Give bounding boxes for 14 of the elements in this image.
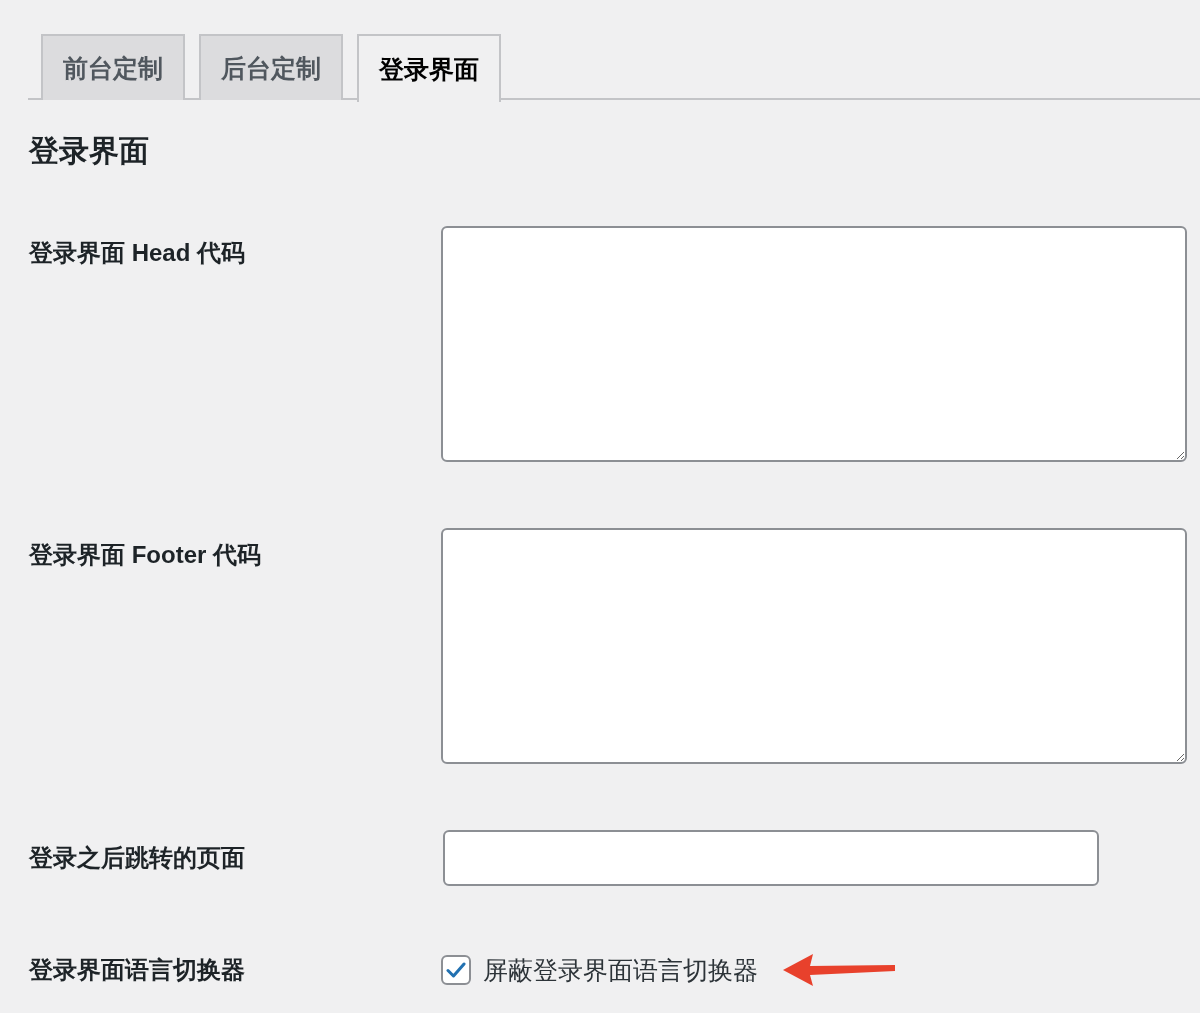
field-label: 登录界面语言切换器 — [29, 955, 246, 985]
field-label: 登录界面 Head 代码 — [29, 238, 247, 268]
section-heading: 登录界面 — [29, 133, 150, 169]
textarea-field[interactable] — [441, 226, 1187, 462]
textarea-field[interactable] — [441, 528, 1187, 764]
field-label: 登录界面 Footer 代码 — [29, 540, 262, 570]
tab[interactable]: 后台定制 — [199, 34, 343, 100]
tab[interactable]: 登录界面 — [357, 34, 501, 102]
input-field[interactable] — [443, 830, 1099, 886]
field-label: 登录之后跳转的页面 — [29, 843, 246, 873]
checkbox-label[interactable]: 屏蔽登录界面语言切换器 — [483, 954, 758, 986]
tab[interactable]: 前台定制 — [41, 34, 185, 100]
checkmark-icon — [446, 962, 466, 978]
checkbox[interactable] — [441, 955, 471, 985]
